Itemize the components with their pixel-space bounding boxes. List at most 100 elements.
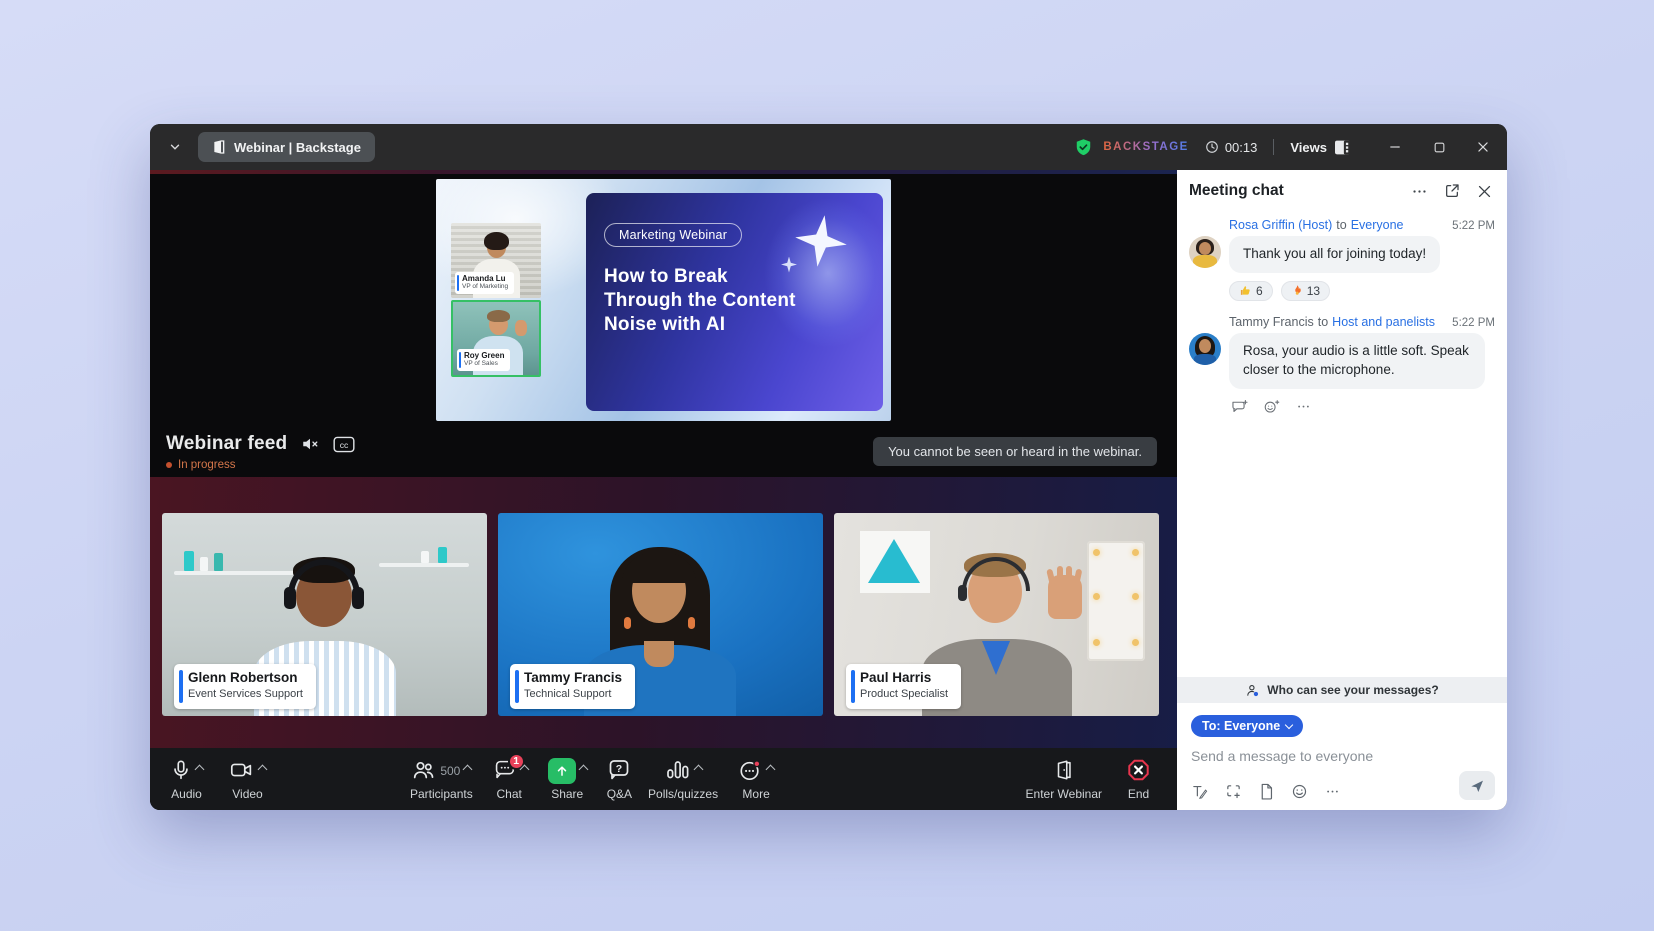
window-menu-chevron-icon[interactable] [164, 136, 186, 158]
chat-footer: Who can see your messages? To: Everyone … [1177, 677, 1507, 810]
titlebar: Webinar | Backstage BACKSTAGE 00:13 View… [150, 124, 1507, 170]
message-bubble: Rosa, your audio is a little soft. Speak… [1229, 333, 1485, 389]
who-can-see-bar[interactable]: Who can see your messages? [1177, 677, 1507, 703]
views-label: Views [1290, 140, 1327, 155]
slide-headline: How to Break Through the Content Noise w… [604, 265, 796, 338]
meeting-chat-panel: Meeting chat Rosa Gr [1177, 170, 1507, 810]
main-stage-area: Marketing Webinar How to Break Through t… [150, 170, 1177, 810]
polls-chevron-icon[interactable] [693, 764, 703, 774]
compose-toolbar [1191, 783, 1340, 800]
pop-out-icon[interactable] [1444, 183, 1460, 199]
message-bubble: Thank you all for joining today! [1229, 236, 1440, 273]
chat-title: Meeting chat [1189, 182, 1284, 200]
participant-name-tag: Paul Harris Product Specialist [846, 664, 961, 709]
slide-topic-pill: Marketing Webinar [604, 223, 742, 247]
participants-chevron-icon[interactable] [463, 764, 473, 774]
more-chevron-icon[interactable] [766, 764, 776, 774]
close-window-button[interactable] [1475, 139, 1491, 155]
more-button[interactable]: More [732, 754, 780, 805]
muted-speaker-icon[interactable] [301, 435, 319, 453]
views-button[interactable]: Views [1290, 140, 1351, 155]
speaker-name-tag: Roy Green VP of Sales [457, 349, 510, 371]
recipient-name[interactable]: Everyone [1351, 218, 1404, 232]
qna-button[interactable]: ? Q&A [601, 754, 638, 805]
video-tile-tammy[interactable]: Tammy Francis Technical Support [498, 513, 823, 716]
format-text-icon[interactable] [1191, 783, 1208, 800]
share-chevron-icon[interactable] [578, 764, 588, 774]
speaker-video-amanda: Amanda Lu VP of Marketing [451, 223, 541, 298]
shield-check-icon [1074, 138, 1093, 157]
chat-more-icon[interactable] [1411, 183, 1428, 200]
svg-text:cc: cc [340, 440, 349, 450]
participants-icon [411, 758, 436, 782]
webinar-feed-bar: Webinar feed cc In progress You cannot b… [150, 425, 1177, 477]
backstage-badge: BACKSTAGE [1103, 141, 1188, 153]
slide-graphic-panel: Marketing Webinar How to Break Through t… [586, 193, 883, 411]
message-time: 5:22 PM [1452, 220, 1495, 232]
chat-message-list[interactable]: Rosa Griffin (Host) to Everyone 5:22 PM … [1177, 212, 1507, 677]
backstage-notice: You cannot be seen or heard in the webin… [873, 437, 1157, 466]
participants-button[interactable]: 500 Participants [404, 754, 479, 805]
tab-webinar-backstage[interactable]: Webinar | Backstage [198, 132, 375, 162]
recipient-selector[interactable]: To: Everyone [1191, 715, 1303, 737]
qna-icon: ? [607, 758, 631, 782]
video-tile-paul[interactable]: Paul Harris Product Specialist [834, 513, 1159, 716]
chat-button[interactable]: 1 Chat [485, 754, 534, 805]
chat-message: Tammy Francis to Host and panelists 5:22… [1189, 315, 1495, 414]
screen-capture-icon[interactable] [1225, 783, 1242, 800]
avatar-rosa [1189, 236, 1221, 268]
polls-button[interactable]: Polls/quizzes [642, 754, 724, 805]
send-message-button[interactable] [1459, 771, 1495, 800]
svg-text:?: ? [616, 763, 622, 775]
sender-name: Tammy Francis [1229, 315, 1314, 329]
reaction-thumbs-up[interactable]: 6 [1229, 281, 1273, 301]
participant-name-tag: Tammy Francis Technical Support [510, 664, 635, 709]
meeting-timer: 00:13 [1225, 140, 1258, 155]
reaction-fire[interactable]: 13 [1281, 281, 1330, 301]
attach-file-icon[interactable] [1259, 783, 1274, 800]
speaker-video-roy: Roy Green VP of Sales [451, 300, 541, 377]
enter-webinar-button[interactable]: Enter Webinar [1020, 754, 1108, 805]
titlebar-divider [1273, 139, 1274, 155]
share-button[interactable]: Share [542, 754, 593, 805]
message-actions [1231, 399, 1495, 414]
presentation-slide: Marketing Webinar How to Break Through t… [436, 179, 891, 421]
avatar-tammy [1189, 333, 1221, 365]
webinar-feed-stage: Marketing Webinar How to Break Through t… [150, 174, 1177, 425]
video-options-chevron-icon[interactable] [258, 764, 268, 774]
quote-reply-icon[interactable] [1231, 399, 1248, 414]
audio-options-chevron-icon[interactable] [195, 764, 205, 774]
chat-message: Rosa Griffin (Host) to Everyone 5:22 PM … [1189, 218, 1495, 301]
video-tile-glenn[interactable]: Glenn Robertson Event Services Support [162, 513, 487, 716]
polls-icon [665, 758, 691, 782]
audio-button[interactable]: Audio [164, 754, 209, 805]
add-reaction-icon[interactable] [1264, 399, 1280, 414]
end-octagon-icon [1126, 758, 1151, 782]
message-more-icon[interactable] [1296, 399, 1311, 414]
maximize-button[interactable] [1431, 139, 1447, 155]
in-progress-dot [166, 462, 172, 468]
speaker-name-tag: Amanda Lu VP of Marketing [455, 272, 514, 294]
webinar-window: Webinar | Backstage BACKSTAGE 00:13 View… [150, 124, 1507, 810]
sender-name[interactable]: Rosa Griffin (Host) [1229, 218, 1332, 232]
recipient-name[interactable]: Host and panelists [1332, 315, 1435, 329]
panelist-tiles-row: Glenn Robertson Event Services Support [150, 477, 1177, 748]
feed-title: Webinar feed [166, 433, 287, 455]
fire-icon [1291, 284, 1303, 297]
clock-icon [1205, 140, 1219, 154]
chat-compose-input[interactable]: Send a message to everyone [1191, 748, 1493, 764]
camera-icon [229, 758, 255, 782]
emoji-icon[interactable] [1291, 783, 1308, 800]
chevron-down-icon [1285, 720, 1293, 728]
microphone-icon [170, 758, 192, 782]
meeting-toolbar: Audio Video 500 Participants [150, 748, 1177, 810]
person-visibility-icon [1245, 683, 1260, 698]
minimize-button[interactable] [1387, 139, 1403, 155]
participants-count: 500 [440, 764, 460, 778]
compose-more-icon[interactable] [1325, 784, 1340, 799]
closed-captions-icon[interactable]: cc [333, 436, 355, 453]
close-chat-icon[interactable] [1476, 183, 1493, 200]
video-button[interactable]: Video [223, 754, 272, 805]
end-button[interactable]: End [1120, 754, 1157, 805]
tab-title: Webinar | Backstage [234, 140, 361, 155]
